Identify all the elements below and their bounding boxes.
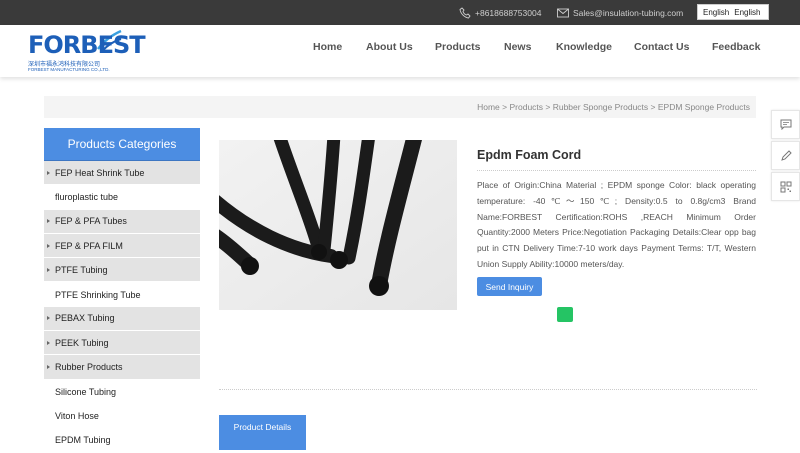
qr-code-icon xyxy=(780,181,791,192)
site-header: FORBEST 深圳市福永鸿科技有限公司 FORBEST MANUFACTURI… xyxy=(0,25,800,77)
sidebar-title: Products Categories xyxy=(44,128,200,161)
product-description: Place of Origin:China Material ; EPDM sp… xyxy=(477,180,756,269)
floating-contact-bar xyxy=(771,110,800,203)
phone-contact[interactable]: +8618688753004 xyxy=(459,0,541,25)
products-categories-sidebar: Products Categories FEP Heat Shrink Tube… xyxy=(44,128,200,453)
language-label: English xyxy=(703,7,730,17)
email-contact[interactable]: Sales@insulation-tubing.com xyxy=(557,0,683,25)
logo-wordmark: FORBEST xyxy=(28,31,146,59)
phone-number: +8618688753004 xyxy=(475,7,542,18)
section-divider xyxy=(219,389,757,390)
sidebar-item-label: EPDM Tubing xyxy=(55,435,111,446)
sidebar-item-label: FEP & PFA FILM xyxy=(55,240,123,251)
sidebar-item-label: FEP Heat Shrink Tube xyxy=(55,167,145,178)
triangle-right-icon xyxy=(47,365,50,370)
sidebar-item-epdm-tubing[interactable]: EPDM Tubing xyxy=(44,428,200,452)
product-title: Epdm Foam Cord xyxy=(477,148,582,162)
edit-button[interactable] xyxy=(771,141,800,170)
edit-icon xyxy=(780,149,792,161)
triangle-right-icon xyxy=(47,243,50,248)
sidebar-item-fep-pfa-tubes[interactable]: FEP & PFA Tubes xyxy=(44,209,200,234)
sidebar-item-label: Silicone Tubing xyxy=(55,386,117,397)
foam-cord-photo xyxy=(206,127,457,310)
nav-products[interactable]: Products xyxy=(435,25,481,69)
phone-icon xyxy=(459,6,471,18)
breadcrumb-epdm-sponge[interactable]: EPDM Sponge Products xyxy=(658,102,750,112)
language-select[interactable]: English English xyxy=(697,4,769,20)
message-button[interactable] xyxy=(771,110,800,139)
sidebar-item-label: FEP & PFA Tubes xyxy=(55,216,127,227)
nav-about-us[interactable]: About Us xyxy=(366,25,413,69)
share-button[interactable] xyxy=(557,307,573,322)
sidebar-item-label: PTFE Tubing xyxy=(55,264,108,275)
sidebar-item-label: PEBAX Tubing xyxy=(55,313,115,324)
qr-code-button[interactable] xyxy=(771,172,800,201)
breadcrumb: Home > Products > Rubber Sponge Products… xyxy=(44,96,756,118)
nav-knowledge[interactable]: Knowledge xyxy=(556,25,612,69)
message-icon xyxy=(780,119,791,130)
sidebar-item-label: PTFE Shrinking Tube xyxy=(55,289,141,300)
breadcrumb-separator: > xyxy=(543,102,553,112)
nav-feedback[interactable]: Feedback xyxy=(712,25,760,69)
triangle-right-icon xyxy=(47,340,50,345)
sidebar-item-viton-hose[interactable]: Viton Hose xyxy=(44,404,200,428)
triangle-right-icon xyxy=(47,170,50,175)
sidebar-item-silicone-tubing[interactable]: Silicone Tubing xyxy=(44,380,200,404)
sidebar-item-pebax-tubing[interactable]: PEBAX Tubing xyxy=(44,306,200,332)
nav-news[interactable]: News xyxy=(504,25,531,69)
sidebar-item-label: Viton Hose xyxy=(55,411,99,422)
sidebar-item-fluroplastic-tube[interactable]: fluroplastic tube xyxy=(44,185,200,209)
triangle-right-icon xyxy=(47,267,50,272)
breadcrumb-products[interactable]: Products xyxy=(509,102,543,112)
sidebar-item-fep-heat-shrink-tube[interactable]: FEP Heat Shrink Tube xyxy=(44,161,200,186)
triangle-right-icon xyxy=(47,316,50,321)
forbest-logo[interactable]: FORBEST 深圳市福永鸿科技有限公司 FORBEST MANUFACTURI… xyxy=(28,29,146,73)
top-bar: +8618688753004 Sales@insulation-tubing.c… xyxy=(0,0,800,25)
send-inquiry-button[interactable]: Send Inquiry xyxy=(477,277,542,296)
language-selected: English xyxy=(734,7,761,17)
sidebar-item-rubber-products[interactable]: Rubber Products xyxy=(44,355,200,380)
breadcrumb-separator: > xyxy=(648,102,658,112)
breadcrumb-rubber-sponge[interactable]: Rubber Sponge Products xyxy=(553,102,648,112)
sidebar-item-fep-pfa-film[interactable]: FEP & PFA FILM xyxy=(44,233,200,259)
sidebar-item-peek-tubing[interactable]: PEEK Tubing xyxy=(44,331,200,356)
triangle-right-icon xyxy=(47,219,50,224)
sidebar-item-label: PEEK Tubing xyxy=(55,337,109,348)
title-divider xyxy=(477,170,756,171)
breadcrumb-home[interactable]: Home xyxy=(477,102,500,112)
mail-icon xyxy=(557,8,569,17)
email-address: Sales@insulation-tubing.com xyxy=(573,7,684,18)
nav-home[interactable]: Home xyxy=(313,25,342,69)
sidebar-item-label: Rubber Products xyxy=(55,362,123,373)
sidebar-item-label: fluroplastic tube xyxy=(55,192,119,203)
breadcrumb-separator: > xyxy=(499,102,510,112)
logo-en-name: FORBEST MANUFACTURING CO.,LTD. xyxy=(28,67,110,72)
product-image[interactable] xyxy=(206,127,457,380)
tab-product-details[interactable]: Product Details xyxy=(219,415,306,450)
nav-contact-us[interactable]: Contact Us xyxy=(634,25,689,69)
sidebar-item-ptfe-shrinking-tube[interactable]: PTFE Shrinking Tube xyxy=(44,282,200,306)
sidebar-item-ptfe-tubing[interactable]: PTFE Tubing xyxy=(44,258,200,283)
